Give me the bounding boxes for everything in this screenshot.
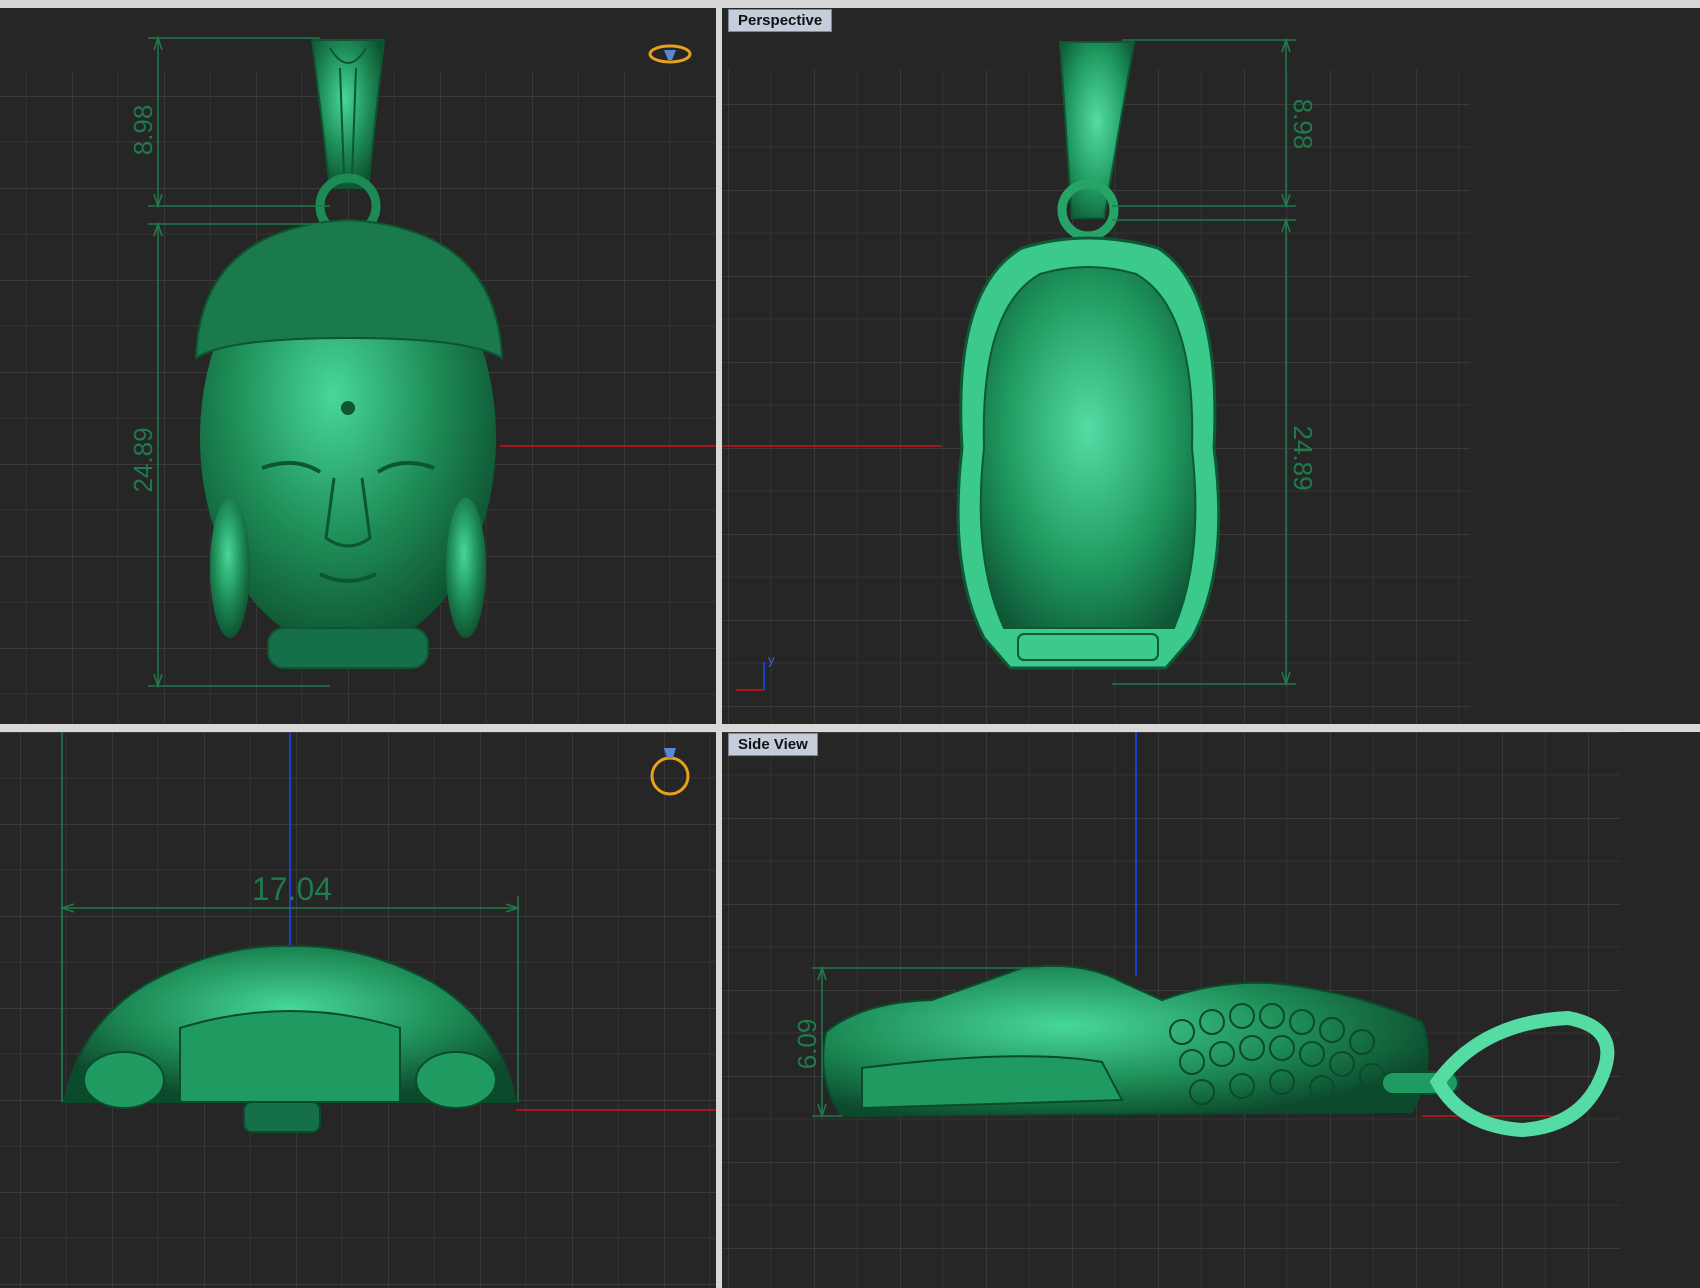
hollow-back	[979, 266, 1197, 629]
dim-label-width: 17.04	[252, 871, 332, 907]
viewport-label-perspective[interactable]: Perspective	[728, 9, 833, 32]
cad-window: 8.98 24.89 8.98 24.89 y Perspective 17.0…	[0, 0, 1700, 1288]
top-view-scene: 17.04	[0, 732, 716, 1288]
dim-label-bail: 8.98	[128, 105, 158, 156]
left-ear	[210, 498, 250, 638]
bail-stub	[243, 1101, 321, 1133]
neck	[267, 627, 429, 669]
ring-icon[interactable]	[648, 44, 692, 64]
dim-label-head: 24.89	[128, 427, 158, 492]
perspective-view-scene: 8.98 24.89 y	[722, 37, 1470, 724]
front-view-scene: 8.98 24.89	[0, 35, 716, 724]
viewport-side[interactable]: 6.09 Side View	[722, 732, 1700, 1288]
viewport-front[interactable]: 8.98 24.89	[0, 8, 716, 724]
viewport-label-side-view[interactable]: Side View	[728, 733, 818, 756]
axis-y-label: y	[768, 652, 775, 667]
viewport-perspective[interactable]: 8.98 24.89 y Perspective	[722, 8, 1700, 724]
right-ear	[446, 498, 486, 638]
dim-label-head: 24.89	[1288, 425, 1318, 490]
dim-label-bail: 8.98	[1288, 99, 1318, 150]
ear-profile	[861, 1055, 1124, 1110]
viewport-top[interactable]: 17.04	[0, 732, 716, 1288]
dim-label-depth: 6.09	[792, 1019, 822, 1070]
side-view-scene: 6.09	[722, 732, 1620, 1288]
neck-plate	[179, 1010, 401, 1103]
